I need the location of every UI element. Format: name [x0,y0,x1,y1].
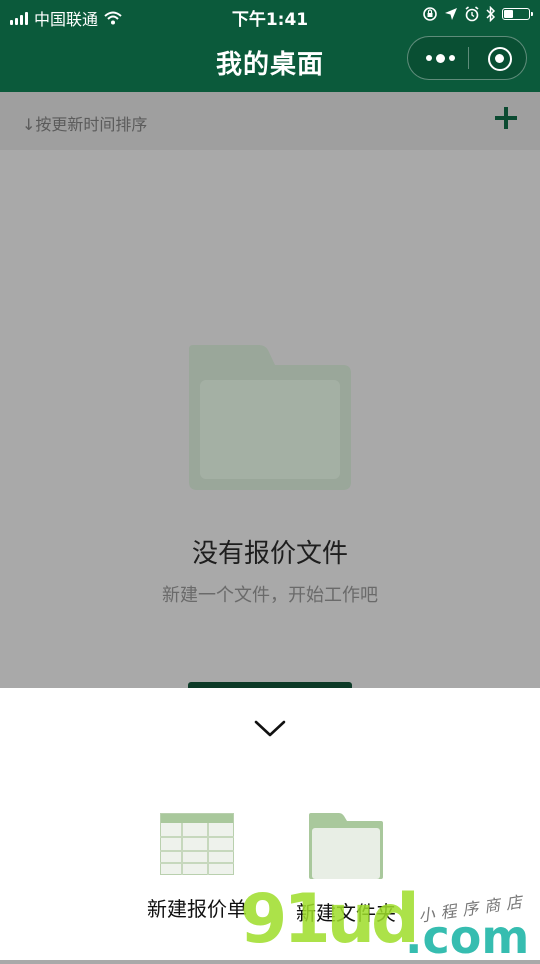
alarm-icon [465,6,479,22]
sort-toggle[interactable]: ↓按更新时间排序 [22,111,147,135]
empty-subtitle: 新建一个文件，开始工作吧 [162,585,378,606]
spreadsheet-icon [160,813,234,875]
chevron-down-icon[interactable] [250,716,290,742]
mini-program-capsule [407,36,527,80]
status-left: 中国联通 [10,6,122,30]
wifi-icon [104,11,122,25]
folder-icon [189,345,351,490]
more-icon[interactable] [426,52,458,64]
signal-icon [10,11,28,25]
orientation-lock-icon [423,7,437,21]
bluetooth-icon [486,6,496,22]
battery-icon [502,8,533,20]
battery-fill [504,10,514,18]
status-right [422,6,533,22]
folder-icon [309,813,383,879]
plus-icon[interactable] [492,104,520,132]
location-icon [445,8,457,20]
status-bar: 中国联通 下午1:41 [0,0,540,30]
capsule-divider [468,47,469,69]
nav-bar: 我的桌面 [0,30,540,92]
sort-bar: ↓按更新时间排序 [0,92,540,150]
watermark-brand: 91ud [240,880,420,959]
close-target-icon[interactable] [488,47,512,71]
empty-title: 没有报价文件 [191,539,348,569]
carrier-name: 中国联通 [34,10,99,29]
